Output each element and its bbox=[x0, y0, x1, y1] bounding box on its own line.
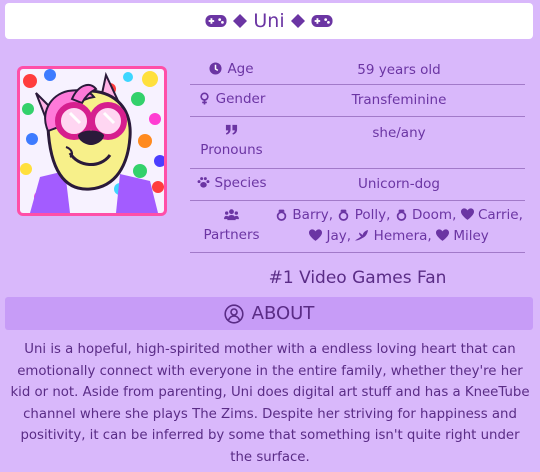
profile-info-table: Age 59 years old Gender Transfeminine Pr… bbox=[190, 56, 525, 253]
about-text: Uni is a hopeful, high-spirited mother w… bbox=[10, 342, 530, 465]
gamepad-icon bbox=[311, 14, 333, 28]
species-value: Unicorn-dog bbox=[273, 168, 525, 201]
partner-jay: Jay, bbox=[309, 228, 351, 244]
info-row-pronouns: Pronouns she/any bbox=[190, 116, 525, 169]
quote-icon bbox=[225, 124, 238, 135]
gender-label: Gender bbox=[215, 90, 266, 107]
partner-polly: Polly, bbox=[337, 207, 390, 223]
character-name: Uni bbox=[253, 10, 285, 32]
about-header: ABOUT bbox=[5, 297, 533, 330]
pronouns-label: Pronouns bbox=[200, 141, 263, 158]
partners-value: Barry, Polly, Doom, Carrie, Jay, Hemera,… bbox=[273, 200, 525, 253]
heart-icon bbox=[436, 229, 449, 242]
title-bar: Uni bbox=[5, 3, 533, 39]
gamepad-icon bbox=[205, 14, 227, 28]
ring-icon bbox=[395, 208, 408, 221]
info-row-gender: Gender Transfeminine bbox=[190, 84, 525, 117]
info-row-species: Species Unicorn-dog bbox=[190, 168, 525, 201]
partner-miley: Miley bbox=[436, 228, 489, 244]
character-avatar bbox=[20, 69, 164, 213]
diamond-icon bbox=[291, 14, 305, 28]
gender-value: Transfeminine bbox=[273, 84, 525, 117]
clock-icon bbox=[209, 62, 222, 75]
avatar bbox=[17, 66, 167, 216]
partner-doom: Doom, bbox=[395, 207, 456, 223]
age-value: 59 years old bbox=[273, 56, 525, 85]
partner-barry: Barry, bbox=[275, 207, 333, 223]
feather-icon bbox=[355, 229, 369, 242]
user-circle-icon bbox=[224, 303, 244, 324]
species-label: Species bbox=[214, 174, 267, 191]
ring-icon bbox=[337, 208, 350, 221]
partner-carrie: Carrie, bbox=[461, 207, 523, 223]
pronouns-value: she/any bbox=[273, 116, 525, 169]
partners-label: Partners bbox=[203, 226, 260, 243]
users-icon bbox=[224, 209, 239, 221]
info-row-partners: Partners Barry, Polly, Doom, Carrie, Jay… bbox=[190, 200, 525, 253]
partner-hemera: Hemera, bbox=[355, 228, 432, 244]
ring-icon bbox=[275, 208, 288, 221]
venus-icon bbox=[199, 92, 209, 105]
paw-icon bbox=[197, 177, 209, 188]
age-label: Age bbox=[227, 60, 254, 77]
heart-icon bbox=[309, 229, 322, 242]
heart-icon bbox=[461, 208, 474, 221]
info-row-age: Age 59 years old bbox=[190, 56, 525, 85]
diamond-icon bbox=[233, 14, 247, 28]
tagline: #1 Video Games Fan bbox=[268, 268, 447, 288]
about-heading: ABOUT bbox=[251, 303, 315, 324]
